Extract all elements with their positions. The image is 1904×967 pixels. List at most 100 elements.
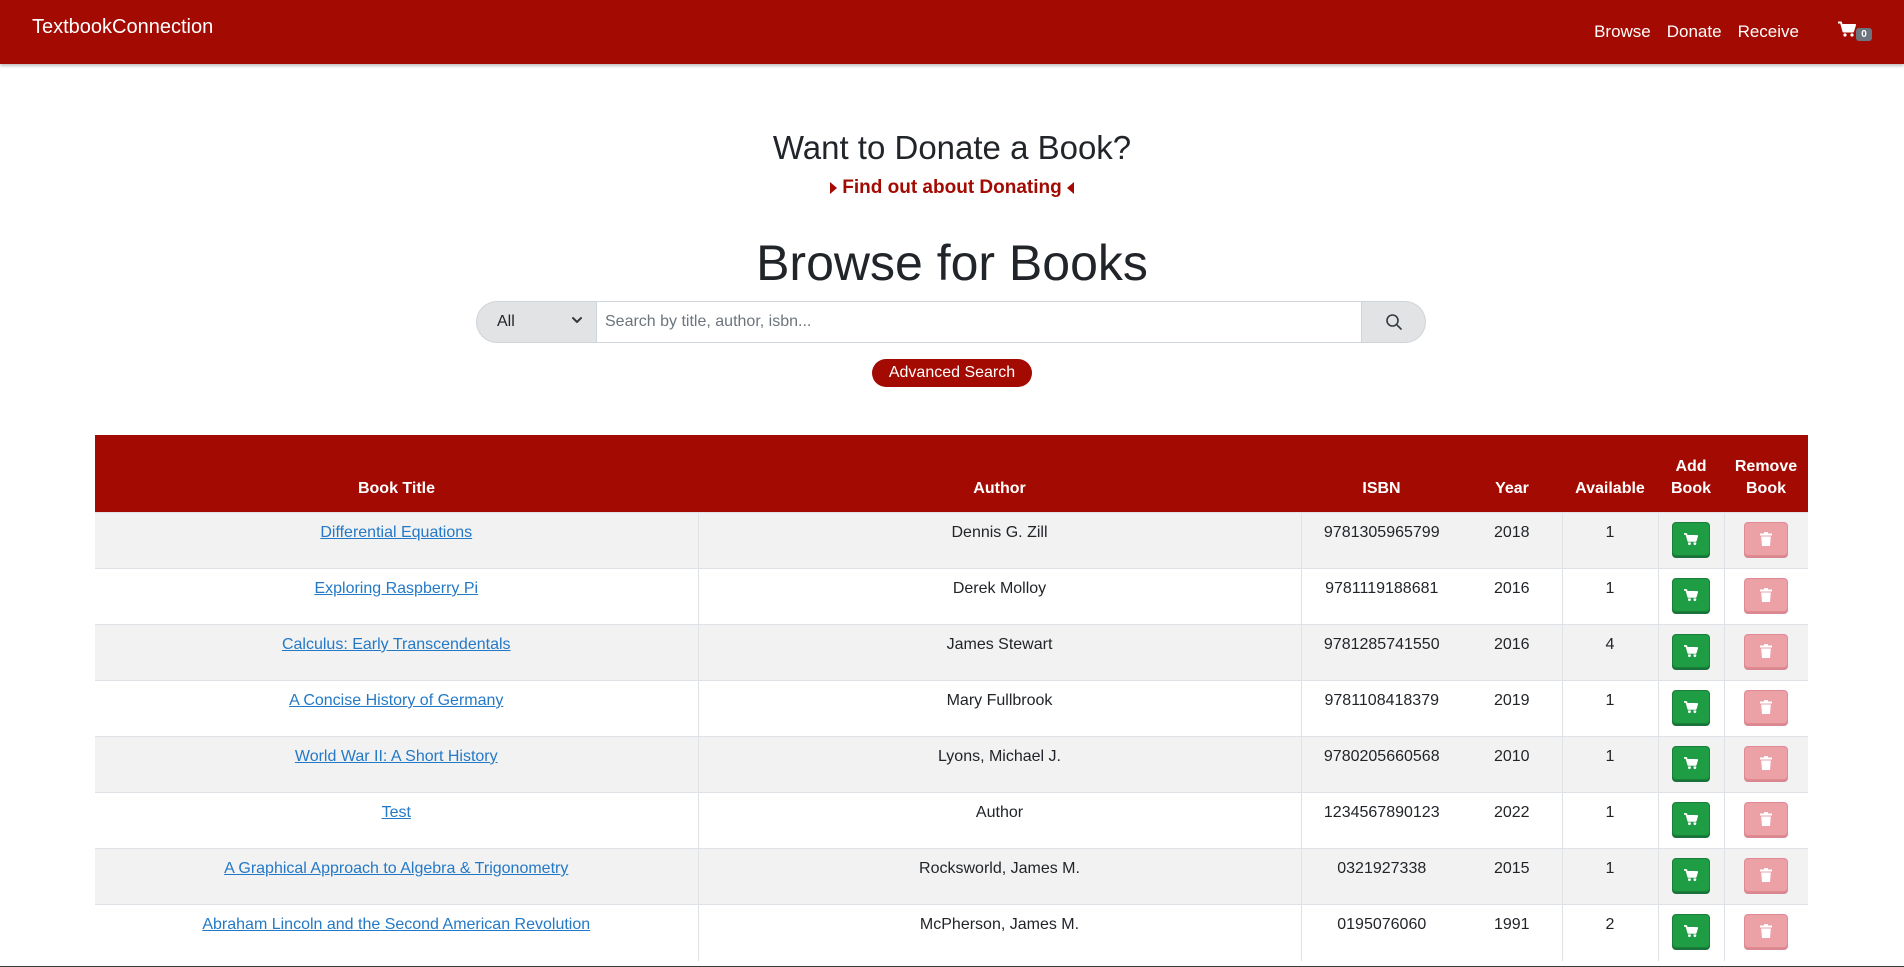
- remove-book-cell: [1724, 848, 1808, 905]
- trash-icon: [1760, 868, 1773, 882]
- book-isbn: 1234567890123: [1300, 792, 1462, 849]
- trash-icon: [1760, 700, 1773, 714]
- nav-links: Browse Donate Receive: [1594, 22, 1799, 42]
- book-title-cell: World War II: A Short History: [95, 736, 699, 793]
- book-available: 1: [1562, 736, 1659, 793]
- book-available: 1: [1562, 512, 1659, 569]
- remove-book-button[interactable]: [1744, 634, 1789, 668]
- search-filter-select[interactable]: All: [476, 301, 596, 343]
- add-book-button[interactable]: [1672, 634, 1710, 668]
- add-book-button[interactable]: [1672, 802, 1710, 836]
- book-title-cell: Test: [95, 792, 699, 849]
- header-year[interactable]: Year: [1462, 435, 1562, 513]
- remove-book-button[interactable]: [1744, 802, 1789, 836]
- book-year: 2022: [1462, 792, 1563, 849]
- nav-donate-link[interactable]: Donate: [1667, 22, 1722, 42]
- book-available: 1: [1562, 680, 1659, 737]
- book-title-link[interactable]: Calculus: Early Transcendentals: [282, 636, 511, 653]
- remove-book-button[interactable]: [1744, 522, 1789, 556]
- book-title-link[interactable]: Exploring Raspberry Pi: [314, 580, 478, 597]
- book-available: 4: [1562, 624, 1659, 681]
- remove-book-button[interactable]: [1744, 746, 1789, 780]
- page-title: Browse for Books: [756, 235, 1148, 291]
- search-bar: All: [476, 301, 1426, 343]
- caret-right-icon: [830, 181, 838, 194]
- remove-book-button[interactable]: [1744, 858, 1789, 892]
- remove-book-button[interactable]: [1744, 690, 1789, 724]
- book-title-link[interactable]: A Concise History of Germany: [289, 692, 503, 709]
- book-isbn: 9781108418379: [1300, 680, 1462, 737]
- remove-book-cell: [1724, 512, 1808, 569]
- nav-receive-link[interactable]: Receive: [1738, 22, 1799, 42]
- book-title-link[interactable]: A Graphical Approach to Algebra & Trigon…: [224, 860, 568, 877]
- header-book-title[interactable]: Book Title: [95, 435, 698, 513]
- book-isbn: 9781305965799: [1300, 512, 1462, 569]
- remove-book-button[interactable]: [1744, 914, 1789, 948]
- trash-icon: [1760, 644, 1773, 658]
- book-title-cell: Differential Equations: [95, 512, 699, 569]
- table-row: World War II: A Short History Lyons, Mic…: [95, 736, 1808, 793]
- header-available[interactable]: Available: [1562, 435, 1658, 513]
- donate-link-label: Find out about Donating: [842, 177, 1062, 198]
- book-title-link[interactable]: Differential Equations: [320, 524, 472, 541]
- add-book-button[interactable]: [1672, 914, 1710, 948]
- book-title-link[interactable]: World War II: A Short History: [295, 748, 498, 765]
- trash-icon: [1760, 532, 1773, 546]
- cart-icon: [1684, 533, 1698, 546]
- cart-icon: [1684, 757, 1698, 770]
- remove-book-cell: [1724, 680, 1808, 737]
- book-year: 2010: [1462, 736, 1563, 793]
- book-title-link[interactable]: Abraham Lincoln and the Second American …: [202, 916, 590, 933]
- book-available: 1: [1562, 848, 1659, 905]
- books-table: Book Title Author ISBN Year Available Ad…: [95, 435, 1808, 961]
- search-button[interactable]: [1362, 301, 1426, 343]
- add-book-cell: [1658, 848, 1725, 905]
- advanced-search-button[interactable]: Advanced Search: [872, 359, 1032, 387]
- book-author: McPherson, James M.: [698, 904, 1302, 961]
- remove-book-cell: [1724, 792, 1808, 849]
- add-book-button[interactable]: [1672, 578, 1710, 612]
- remove-book-button[interactable]: [1744, 578, 1789, 612]
- book-year: 2016: [1462, 568, 1563, 625]
- cart-icon: [1684, 645, 1698, 658]
- trash-icon: [1760, 812, 1773, 826]
- table-row: Abraham Lincoln and the Second American …: [95, 904, 1808, 961]
- add-book-cell: [1658, 624, 1725, 681]
- add-book-button[interactable]: [1672, 746, 1710, 780]
- book-title-cell: Abraham Lincoln and the Second American …: [95, 904, 699, 961]
- cart-icon: [1684, 701, 1698, 714]
- book-title-link[interactable]: Test: [382, 804, 411, 821]
- cart-button[interactable]: 0: [1838, 20, 1874, 42]
- add-book-cell: [1658, 680, 1725, 737]
- book-available: 1: [1562, 792, 1659, 849]
- caret-left-icon: [1066, 181, 1074, 194]
- add-book-button[interactable]: [1672, 522, 1710, 556]
- table-row: Exploring Raspberry Pi Derek Molloy 9781…: [95, 568, 1808, 625]
- trash-icon: [1760, 588, 1773, 602]
- header-author[interactable]: Author: [698, 435, 1301, 513]
- header-isbn[interactable]: ISBN: [1301, 435, 1462, 513]
- add-book-button[interactable]: [1672, 858, 1710, 892]
- brand-logo[interactable]: TextbookConnection: [32, 16, 213, 39]
- table-row: Differential Equations Dennis G. Zill 97…: [95, 512, 1808, 569]
- book-title-cell: Calculus: Early Transcendentals: [95, 624, 699, 681]
- table-row: Test Author 1234567890123 2022 1: [95, 792, 1808, 849]
- book-author: Lyons, Michael J.: [698, 736, 1302, 793]
- search-icon: [1385, 314, 1402, 330]
- search-input[interactable]: [596, 301, 1362, 343]
- cart-icon: [1684, 589, 1698, 602]
- book-author: Rocksworld, James M.: [698, 848, 1302, 905]
- book-title-cell: A Concise History of Germany: [95, 680, 699, 737]
- cart-icon: [1684, 925, 1698, 938]
- book-available: 2: [1562, 904, 1659, 961]
- remove-book-cell: [1724, 904, 1808, 961]
- nav-browse-link[interactable]: Browse: [1594, 22, 1651, 42]
- trash-icon: [1760, 924, 1773, 938]
- cart-icon: [1684, 869, 1698, 882]
- chevron-down-icon: [572, 317, 582, 323]
- add-book-button[interactable]: [1672, 690, 1710, 724]
- book-isbn: 0195076060: [1300, 904, 1462, 961]
- donate-info-link[interactable]: Find out about Donating: [0, 177, 1904, 199]
- book-title-cell: A Graphical Approach to Algebra & Trigon…: [95, 848, 699, 905]
- book-year: 2018: [1462, 512, 1563, 569]
